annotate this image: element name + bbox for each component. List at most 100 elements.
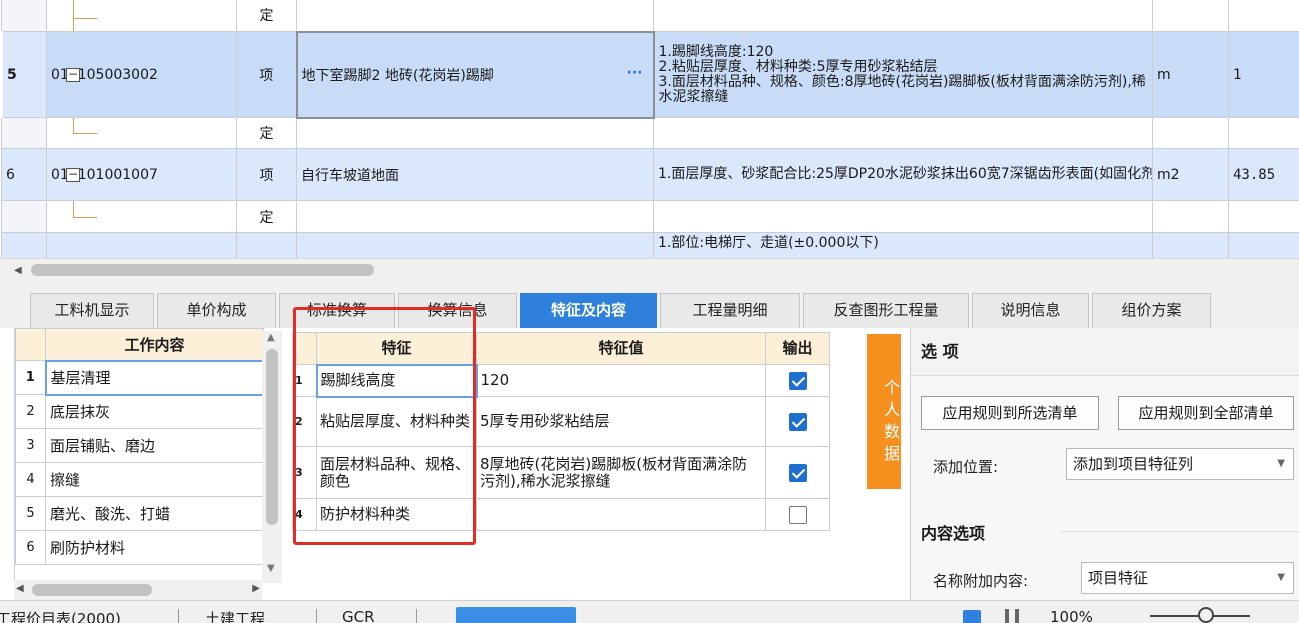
table-row[interactable]: 1 踢脚线高度 120 (292, 363, 830, 398)
feature-name[interactable]: 粘贴层厚度、材料种类 (316, 396, 477, 447)
features-panel: 特征 特征值 输出 1 踢脚线高度 120 2 粘贴层厚度、材料种类 5厚专用砂… (288, 328, 833, 600)
list-item[interactable]: 6 刷防护材料 (15, 530, 264, 565)
tab-quantity-details[interactable]: 工程量明细 (660, 293, 800, 328)
zoom-level: 100% (1050, 608, 1093, 623)
personal-data-tab[interactable]: 个人数据 (867, 334, 901, 489)
scroll-left-icon[interactable]: ◀ (14, 265, 22, 276)
column-view-icon[interactable] (1005, 609, 1019, 623)
content-options-title: 内容选项 (921, 524, 986, 543)
horizontal-scrollbar[interactable]: ◀ (0, 258, 1299, 282)
feature-header: 特征 (316, 332, 477, 365)
item-feature: 1.踢脚线高度:120 2.粘贴层厚度、材料种类:5厚专用砂浆粘结层 3.面层材… (658, 43, 1146, 105)
work-content-label[interactable]: 擦缝 (45, 462, 264, 497)
type-cell[interactable]: 定 (236, 0, 297, 32)
table-row[interactable]: 5 − 011105003002 项 地下室踢脚2 地砖(花岗岩)踢脚 ··· … (0, 30, 1299, 119)
type-cell[interactable]: 定 (236, 200, 297, 233)
standard-label[interactable]: GCR (342, 608, 375, 623)
table-row[interactable]: 1.部位:电梯厅、走道(±0.000以下) (1, 232, 1299, 258)
table-row[interactable]: 6 − 011101001007 项 自行车坡道地面 1.面层厚度、砂浆配合比:… (1, 148, 1299, 201)
feature-value[interactable]: 120 (476, 364, 766, 397)
list-item[interactable]: 3 面层铺贴、磨边 (15, 428, 264, 463)
list-item[interactable]: 5 磨光、酸洗、打蜡 (15, 496, 264, 531)
unit-cell[interactable]: m2 (1152, 148, 1229, 201)
tab-conversion-info[interactable]: 换算信息 (398, 293, 517, 328)
item-feature: 1.部位:电梯厅、走道(±0.000以下) (658, 235, 879, 251)
list-item[interactable]: 4 擦缝 (15, 462, 264, 497)
table-row[interactable]: 定 (1, 117, 1299, 149)
unit-cell[interactable]: m (1152, 31, 1229, 118)
scroll-down-icon[interactable]: ▼ (267, 563, 275, 574)
apply-all-button[interactable]: 应用规则到全部清单 (1118, 396, 1294, 430)
scroll-left-icon[interactable]: ◀ (16, 583, 24, 594)
work-content-label[interactable]: 面层铺贴、磨边 (45, 428, 264, 463)
scrollbar-thumb[interactable] (266, 349, 278, 525)
project-type-label[interactable]: 土建工程 (205, 608, 265, 623)
scroll-right-icon[interactable]: ▶ (252, 583, 260, 594)
status-bar: 工程价目表(2000) 土建工程 GCR 100% (0, 600, 1299, 623)
tab-features-content[interactable]: 特征及内容 (520, 293, 657, 328)
apply-selected-button[interactable]: 应用规则到所选清单 (921, 396, 1099, 430)
item-name: 自行车坡道地面 (301, 167, 399, 184)
work-content-label[interactable]: 基层清理 (44, 359, 265, 396)
work-content-label[interactable]: 磨光、酸洗、打蜡 (45, 496, 264, 531)
work-content-label[interactable]: 底层抹灰 (45, 394, 264, 429)
quantity-cell[interactable]: 1 (1228, 31, 1299, 118)
tab-reverse-graphic-quantity[interactable]: 反查图形工程量 (803, 293, 969, 328)
chevron-down-icon: ▼ (1277, 572, 1285, 583)
vertical-scrollbar[interactable]: ▲ ▼ (262, 331, 282, 583)
collapse-icon[interactable]: − (66, 67, 80, 82)
add-position-label: 添加位置: (933, 458, 999, 476)
output-checkbox[interactable] (788, 371, 807, 390)
bill-grid: 定 5 − 011105003002 项 地下室踢脚2 地砖(花岗岩)踢脚 ··… (0, 0, 1299, 258)
scroll-up-icon[interactable]: ▲ (267, 332, 275, 343)
more-button[interactable]: ··· (627, 65, 643, 81)
table-row[interactable]: 定 (1, 200, 1299, 233)
horizontal-scrollbar[interactable]: ◀ ▶ (14, 580, 262, 600)
tab-bar: 工料机显示 单价构成 标准换算 换算信息 特征及内容 工程量明细 反查图形工程量… (0, 282, 1299, 328)
tab-labor-material[interactable]: 工料机显示 (30, 293, 154, 328)
price-table-label[interactable]: 工程价目表(2000) (0, 608, 121, 623)
table-row[interactable]: 定 (1, 0, 1299, 32)
feature-value[interactable] (476, 498, 766, 531)
work-content-panel: 工作内容 1 基层清理 2 底层抹灰 3 面层铺贴、磨边 4 擦缝 5 磨光、酸… (14, 328, 282, 600)
feature-name[interactable]: 踢脚线高度 (315, 363, 478, 398)
options-title: 选 项 (911, 328, 1299, 376)
scrollbar-thumb[interactable] (31, 264, 374, 276)
list-item[interactable]: 1 基层清理 (15, 359, 265, 396)
status-action-button[interactable] (456, 607, 576, 623)
collapse-icon[interactable]: − (66, 167, 80, 182)
type-cell[interactable]: 定 (236, 117, 297, 149)
tab-standard-conversion[interactable]: 标准换算 (279, 293, 395, 328)
add-position-select[interactable]: 添加到项目特征列 ▼ (1066, 448, 1294, 480)
view-mode-icon[interactable] (963, 610, 981, 623)
feature-name[interactable]: 面层材料品种、规格、颜色 (316, 446, 477, 499)
item-feature: 1.面层厚度、砂浆配合比:25厚DP20水泥砂浆抹出60宽7深锯齿形表面(如固化… (658, 166, 1153, 182)
tab-unit-price[interactable]: 单价构成 (157, 293, 276, 328)
tab-pricing-scheme[interactable]: 组价方案 (1092, 293, 1211, 328)
name-append-value: 项目特征 (1088, 569, 1149, 587)
quantity-cell[interactable]: 43.85 (1228, 148, 1299, 201)
feature-name[interactable]: 防护材料种类 (316, 498, 477, 531)
feature-value[interactable]: 8厚地砖(花岗岩)踢脚板(板材背面满涂防污剂),稀水泥浆擦缝 (476, 446, 766, 499)
row-number: 6 (1, 148, 47, 201)
type-cell[interactable]: 项 (236, 31, 297, 118)
output-checkbox[interactable] (788, 463, 807, 482)
zoom-slider-handle[interactable] (1198, 607, 1214, 623)
work-content-header: 工作内容 (45, 328, 264, 361)
options-panel: 选 项 应用规则到所选清单 应用规则到全部清单 添加位置: 添加到项目特征列 ▼… (910, 328, 1299, 600)
output-checkbox[interactable] (788, 505, 807, 524)
item-name: 地下室踢脚2 地砖(花岗岩)踢脚 (301, 67, 494, 84)
table-row[interactable]: 2 粘贴层厚度、材料种类 5厚专用砂浆粘结层 (292, 396, 830, 447)
row-number: 5 (0, 31, 47, 118)
table-row[interactable]: 4 防护材料种类 (292, 498, 830, 531)
table-row[interactable]: 3 面层材料品种、规格、颜色 8厚地砖(花岗岩)踢脚板(板材背面满涂防污剂),稀… (292, 446, 830, 499)
list-item[interactable]: 2 底层抹灰 (15, 394, 264, 429)
tab-description[interactable]: 说明信息 (972, 293, 1089, 328)
output-checkbox[interactable] (788, 412, 807, 431)
scrollbar-thumb[interactable] (32, 584, 152, 596)
type-cell[interactable]: 项 (236, 148, 297, 201)
add-position-value: 添加到项目特征列 (1073, 455, 1194, 473)
name-append-select[interactable]: 项目特征 ▼ (1081, 562, 1294, 594)
feature-value[interactable]: 5厚专用砂浆粘结层 (476, 396, 766, 447)
work-content-label[interactable]: 刷防护材料 (45, 530, 264, 565)
